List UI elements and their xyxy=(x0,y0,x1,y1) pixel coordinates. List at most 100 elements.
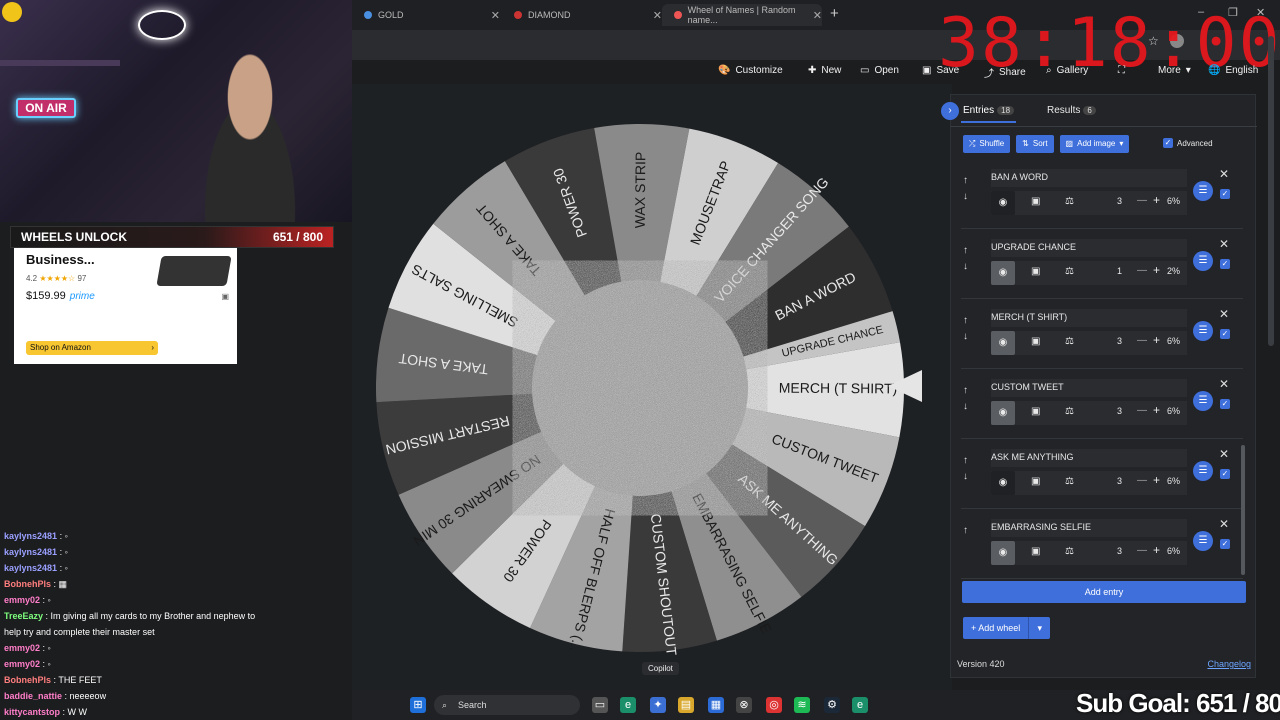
chat-username[interactable]: BobnehPls xyxy=(4,675,51,685)
copilot-icon[interactable]: ✦ xyxy=(650,697,666,713)
spinning-wheel[interactable]: MERCH (T SHIRT)CUSTOM TWEETASK ME ANYTHI… xyxy=(370,118,910,658)
increase-weight-button[interactable]: + xyxy=(1153,333,1160,347)
save-button[interactable]: ▣ Save xyxy=(922,65,959,76)
entry-name-field[interactable]: EMBARRASING SELFIE xyxy=(991,519,1187,537)
page-scrollbar[interactable] xyxy=(1268,36,1274,346)
entry-weight[interactable]: 3 xyxy=(1117,336,1122,346)
shop-on-amazon-button[interactable]: Shop on Amazon › xyxy=(26,341,158,355)
store-icon[interactable]: ▦ xyxy=(708,697,724,713)
entry-settings-icon[interactable]: ☰ xyxy=(1193,321,1213,341)
color-palette-icon[interactable]: ◉ xyxy=(991,261,1015,285)
reorder-arrows-icon[interactable]: ↑ ↓ xyxy=(963,173,968,205)
browser-tab-diamond[interactable]: DIAMOND ✕ xyxy=(502,4,662,26)
entry-enabled-checkbox[interactable]: ✓ xyxy=(1220,189,1230,199)
entry-weight[interactable]: 3 xyxy=(1117,476,1122,486)
entry-weight[interactable]: 3 xyxy=(1117,196,1122,206)
customize-button[interactable]: 🎨 Customize xyxy=(718,65,783,76)
share-button[interactable]: ⤴ Share xyxy=(984,65,1026,80)
color-palette-icon[interactable]: ◉ xyxy=(991,191,1015,215)
color-palette-icon[interactable]: ◉ xyxy=(991,401,1015,425)
chat-username[interactable]: TreeEazy xyxy=(4,611,43,621)
entry-weight[interactable]: 1 xyxy=(1117,266,1122,276)
new-button[interactable]: ✚ New xyxy=(808,65,841,76)
color-palette-icon[interactable]: ◉ xyxy=(991,331,1015,355)
entry-weight[interactable]: 3 xyxy=(1117,406,1122,416)
ad-close-icon[interactable]: ▣ xyxy=(221,292,229,301)
entry-settings-icon[interactable]: ☰ xyxy=(1193,181,1213,201)
add-wheel-button[interactable]: + Add wheel xyxy=(963,617,1029,639)
browser-tab-wheel[interactable]: Wheel of Names | Random name... ✕ xyxy=(662,4,822,26)
image-icon[interactable]: ▣ xyxy=(1031,476,1040,487)
edge-icon-2[interactable]: e xyxy=(852,697,868,713)
entry-enabled-checkbox[interactable]: ✓ xyxy=(1220,539,1230,549)
reorder-arrows-icon[interactable]: ↑ xyxy=(963,523,968,539)
image-icon[interactable]: ▣ xyxy=(1031,336,1040,347)
entry-name-field[interactable]: ASK ME ANYTHING xyxy=(991,449,1187,467)
close-icon[interactable]: ✕ xyxy=(1219,447,1229,461)
image-icon[interactable]: ▣ xyxy=(1031,546,1040,557)
chat-username[interactable]: kaylyns2481 xyxy=(4,547,57,557)
reorder-arrows-icon[interactable]: ↑ ↓ xyxy=(963,313,968,345)
tab-entries[interactable]: Entries 18 xyxy=(960,105,1017,123)
reorder-arrows-icon[interactable]: ↑ ↓ xyxy=(963,243,968,275)
increase-weight-button[interactable]: + xyxy=(1153,473,1160,487)
chat-username[interactable]: emmy02 xyxy=(4,643,40,653)
windows-start-icon[interactable]: ⊞ xyxy=(410,697,426,713)
reorder-arrows-icon[interactable]: ↑ ↓ xyxy=(963,453,968,485)
close-tab-icon[interactable]: ✕ xyxy=(653,9,662,22)
decrease-weight-button[interactable]: — xyxy=(1137,265,1147,276)
image-icon[interactable]: ▣ xyxy=(1031,266,1040,277)
chat-username[interactable]: BobnehPls xyxy=(4,579,51,589)
chat-username[interactable]: kittycantstop xyxy=(4,707,60,717)
taskbar-search[interactable]: ⌕ Search xyxy=(434,695,580,715)
chat-username[interactable]: kaylyns2481 xyxy=(4,531,57,541)
entry-weight[interactable]: 3 xyxy=(1117,546,1122,556)
chat-username[interactable]: baddie_nattie xyxy=(4,691,62,701)
entry-enabled-checkbox[interactable]: ✓ xyxy=(1220,259,1230,269)
browser-tab-gold[interactable]: GOLD ✕ xyxy=(352,4,500,26)
entry-settings-icon[interactable]: ☰ xyxy=(1193,531,1213,551)
image-icon[interactable]: ▣ xyxy=(1031,406,1040,417)
entry-settings-icon[interactable]: ☰ xyxy=(1193,251,1213,271)
entry-settings-icon[interactable]: ☰ xyxy=(1193,461,1213,481)
entry-enabled-checkbox[interactable]: ✓ xyxy=(1220,399,1230,409)
entry-name-field[interactable]: UPGRADE CHANCE xyxy=(991,239,1187,257)
language-button[interactable]: 🌐 English xyxy=(1208,65,1258,76)
decrease-weight-button[interactable]: — xyxy=(1137,405,1147,416)
chrome-icon[interactable]: ◎ xyxy=(766,697,782,713)
color-palette-icon[interactable]: ◉ xyxy=(991,471,1015,495)
chat-username[interactable]: emmy02 xyxy=(4,659,40,669)
fullscreen-button[interactable]: ⛶ xyxy=(1118,65,1125,76)
entry-enabled-checkbox[interactable]: ✓ xyxy=(1220,469,1230,479)
increase-weight-button[interactable]: + xyxy=(1153,193,1160,207)
entry-name-field[interactable]: CUSTOM TWEET xyxy=(991,379,1187,397)
add-image-button[interactable]: ▨ Add image ▾ xyxy=(1059,135,1130,153)
xbox-icon[interactable]: ⊗ xyxy=(736,697,752,713)
entry-enabled-checkbox[interactable]: ✓ xyxy=(1220,329,1230,339)
close-icon[interactable]: ✕ xyxy=(1219,167,1229,181)
close-icon[interactable]: ✕ xyxy=(1219,307,1229,321)
decrease-weight-button[interactable]: — xyxy=(1137,475,1147,486)
steam-icon[interactable]: ⚙ xyxy=(824,697,840,713)
gallery-button[interactable]: ⌕ Gallery xyxy=(1046,65,1088,76)
shuffle-button[interactable]: ⤮ Shuffle xyxy=(963,135,1011,153)
entries-scrollbar[interactable] xyxy=(1241,445,1245,575)
entry-settings-icon[interactable]: ☰ xyxy=(1193,391,1213,411)
more-button[interactable]: More ▾ xyxy=(1158,65,1191,76)
amazon-ad[interactable]: Business... 4.2 ★★★★☆ 97 $159.99 prime ▣ … xyxy=(14,248,237,364)
decrease-weight-button[interactable]: — xyxy=(1137,335,1147,346)
close-tab-icon[interactable]: ✕ xyxy=(813,9,822,22)
add-wheel-dropdown[interactable]: ▾ xyxy=(1028,617,1051,639)
close-icon[interactable]: ✕ xyxy=(1219,517,1229,531)
advanced-toggle[interactable]: ✓ Advanced xyxy=(1163,138,1213,148)
chat-username[interactable]: kaylyns2481 xyxy=(4,563,57,573)
tab-results[interactable]: Results 6 xyxy=(1047,105,1096,116)
sort-button[interactable]: ⇅ Sort xyxy=(1016,135,1054,153)
decrease-weight-button[interactable]: — xyxy=(1137,195,1147,206)
increase-weight-button[interactable]: + xyxy=(1153,543,1160,557)
color-palette-icon[interactable]: ◉ xyxy=(991,541,1015,565)
decrease-weight-button[interactable]: — xyxy=(1137,545,1147,556)
close-icon[interactable]: ✕ xyxy=(1219,377,1229,391)
task-view-icon[interactable]: ▭ xyxy=(592,697,608,713)
chevron-right-icon[interactable]: › xyxy=(941,102,959,120)
